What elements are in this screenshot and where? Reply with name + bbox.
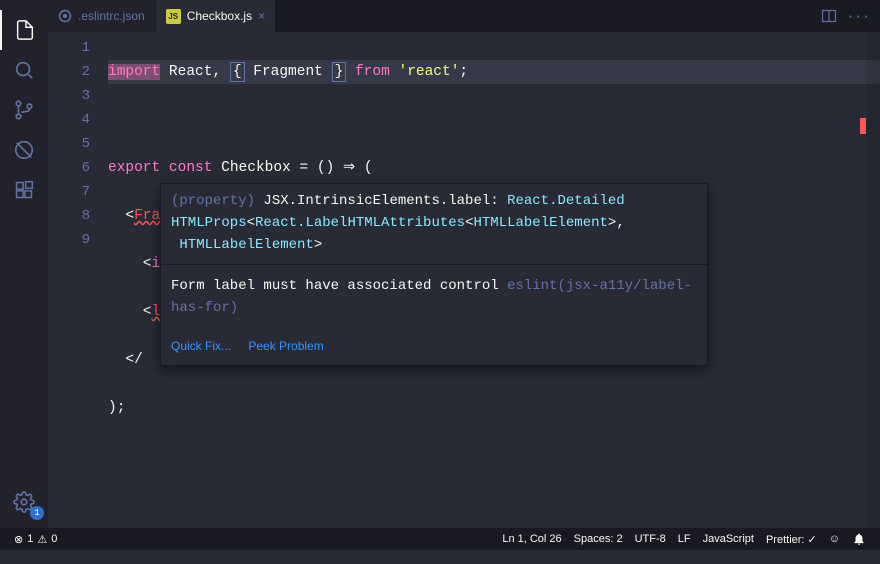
brace-match: {: [230, 62, 245, 82]
hover-actions: Quick Fix... Peek Problem: [161, 331, 707, 365]
source-control-icon[interactable]: [0, 90, 48, 130]
hover-signature: (property) JSX.IntrinsicElements.label: …: [161, 184, 707, 264]
status-feedback-icon[interactable]: ☺: [823, 532, 846, 546]
close-icon[interactable]: ×: [258, 9, 265, 23]
tab-label: Checkbox.js: [187, 9, 252, 23]
js-file-icon: JS: [166, 9, 181, 24]
tab-actions: ···: [821, 0, 880, 32]
status-eol[interactable]: LF: [672, 532, 697, 546]
status-bar: ⊗1 ⚠0 Ln 1, Col 26 Spaces: 2 UTF-8 LF Ja…: [0, 528, 880, 550]
brace-match: }: [332, 62, 347, 82]
status-prettier[interactable]: Prettier: ✓: [760, 532, 823, 546]
quick-fix-link[interactable]: Quick Fix...: [171, 339, 231, 353]
tab-label: .eslintrc.json: [78, 9, 145, 23]
extensions-icon[interactable]: [0, 170, 48, 210]
status-language[interactable]: JavaScript: [697, 532, 760, 546]
debug-icon[interactable]: [0, 130, 48, 170]
status-bell-icon[interactable]: [846, 532, 872, 546]
code-line: export const Checkbox = () ⇒ (: [108, 156, 880, 180]
vertical-scrollbar[interactable]: [866, 32, 880, 528]
split-editor-icon[interactable]: [821, 8, 837, 24]
overview-ruler[interactable]: [848, 32, 866, 528]
more-actions-icon[interactable]: ···: [847, 9, 870, 24]
code-line: [108, 108, 880, 132]
settings-badge: 1: [30, 506, 44, 520]
code-line: import React, { Fragment } from 'react';: [108, 60, 880, 84]
line-gutter: 123 456 789: [48, 32, 108, 528]
hover-tooltip: (property) JSX.IntrinsicElements.label: …: [160, 183, 708, 366]
search-icon[interactable]: [0, 50, 48, 90]
code-line: [108, 444, 880, 468]
status-cursor[interactable]: Ln 1, Col 26: [496, 532, 567, 546]
json-file-icon: [58, 9, 72, 23]
explorer-icon[interactable]: [0, 10, 48, 50]
settings-gear-icon[interactable]: 1: [0, 482, 48, 522]
tab-eslintrc[interactable]: .eslintrc.json: [48, 0, 156, 32]
code-line: );: [108, 396, 880, 420]
tab-bar: .eslintrc.json JS Checkbox.js × ···: [48, 0, 880, 32]
status-problems[interactable]: ⊗1 ⚠0: [8, 533, 63, 546]
warning-icon: ⚠: [37, 533, 47, 546]
error-icon: ⊗: [14, 533, 23, 546]
peek-problem-link[interactable]: Peek Problem: [248, 339, 323, 353]
status-encoding[interactable]: UTF-8: [629, 532, 672, 546]
hover-message: Form label must have associated control …: [161, 264, 707, 331]
tab-checkbox-js[interactable]: JS Checkbox.js ×: [156, 0, 276, 32]
activity-bar: 1: [0, 0, 48, 528]
status-indent[interactable]: Spaces: 2: [568, 532, 629, 546]
